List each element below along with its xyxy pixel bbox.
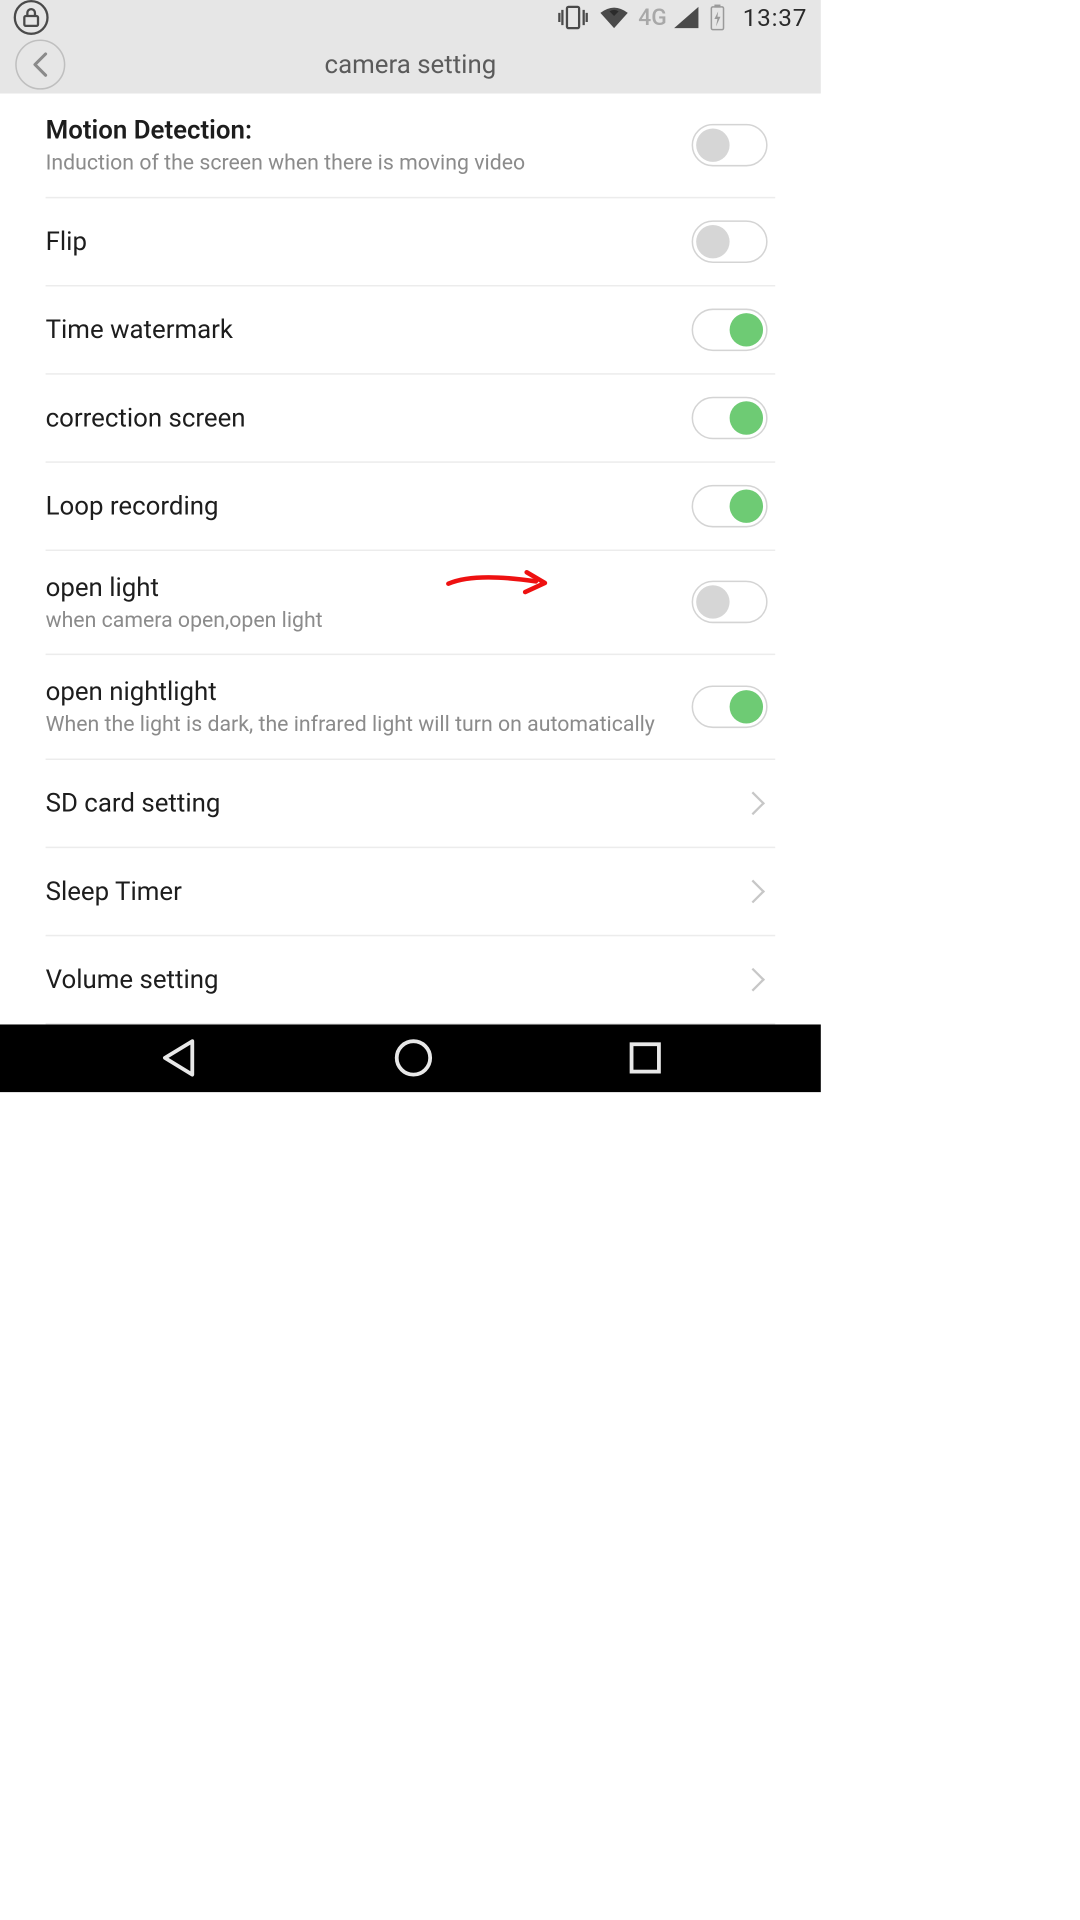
screen: 4G 13:37 camera setting: [0, 0, 821, 1092]
row-title: Flip: [46, 226, 677, 256]
signal-icon: [673, 5, 700, 29]
row-title: Loop recording: [46, 491, 677, 521]
row-subtitle: When the light is dark, the infrared lig…: [46, 712, 677, 738]
chevron-left-icon: [30, 51, 50, 78]
row-sleep-timer[interactable]: Sleep Timer: [46, 848, 776, 936]
page-title: camera setting: [325, 49, 497, 79]
lock-icon: [14, 0, 49, 35]
row-title: Volume setting: [46, 964, 730, 994]
row-motion-detection[interactable]: Motion Detection: Induction of the scree…: [46, 94, 776, 199]
back-button[interactable]: [15, 39, 65, 89]
chevron-right-icon: [741, 791, 765, 815]
row-title: open nightlight: [46, 677, 677, 707]
toggle-correction-screen[interactable]: [692, 396, 768, 439]
row-loop-recording[interactable]: Loop recording: [46, 463, 776, 551]
toggle-open-nightlight[interactable]: [692, 686, 768, 729]
network-label: 4G: [638, 4, 667, 31]
toggle-loop-recording[interactable]: [692, 485, 768, 528]
row-open-nightlight[interactable]: open nightlight When the light is dark, …: [46, 655, 776, 760]
settings-list: Motion Detection: Induction of the scree…: [0, 94, 821, 1025]
vibrate-icon: [556, 4, 589, 31]
row-time-watermark[interactable]: Time watermark: [46, 286, 776, 374]
toggle-open-light[interactable]: [692, 581, 768, 624]
battery-icon: [709, 4, 726, 31]
row-flip[interactable]: Flip: [46, 198, 776, 286]
row-title: Sleep Timer: [46, 876, 730, 906]
toggle-motion-detection[interactable]: [692, 124, 768, 167]
android-navbar: [0, 1024, 821, 1092]
row-correction-screen[interactable]: correction screen: [46, 374, 776, 462]
toggle-time-watermark[interactable]: [692, 308, 768, 351]
toggle-flip[interactable]: [692, 220, 768, 263]
wifi-icon: [599, 5, 629, 29]
nav-home-button[interactable]: [392, 1037, 435, 1080]
nav-back-button[interactable]: [156, 1037, 202, 1080]
status-bar: 4G 13:37: [0, 0, 821, 35]
row-subtitle: when camera open,open light: [46, 607, 677, 633]
row-title: Motion Detection:: [46, 115, 677, 145]
row-volume-setting[interactable]: Volume setting: [46, 936, 776, 1024]
row-sd-card-setting[interactable]: SD card setting: [46, 760, 776, 848]
row-title: SD card setting: [46, 788, 730, 818]
row-open-light[interactable]: open light when camera open,open light: [46, 551, 776, 656]
row-title: open light: [46, 572, 677, 602]
chevron-right-icon: [741, 880, 765, 904]
chevron-right-icon: [741, 968, 765, 992]
clock-label: 13:37: [743, 3, 807, 32]
app-bar: camera setting: [0, 35, 821, 93]
row-title: Time watermark: [46, 314, 677, 344]
row-subtitle: Induction of the screen when there is mo…: [46, 150, 677, 176]
nav-recent-button[interactable]: [625, 1038, 665, 1078]
row-title: correction screen: [46, 403, 677, 433]
